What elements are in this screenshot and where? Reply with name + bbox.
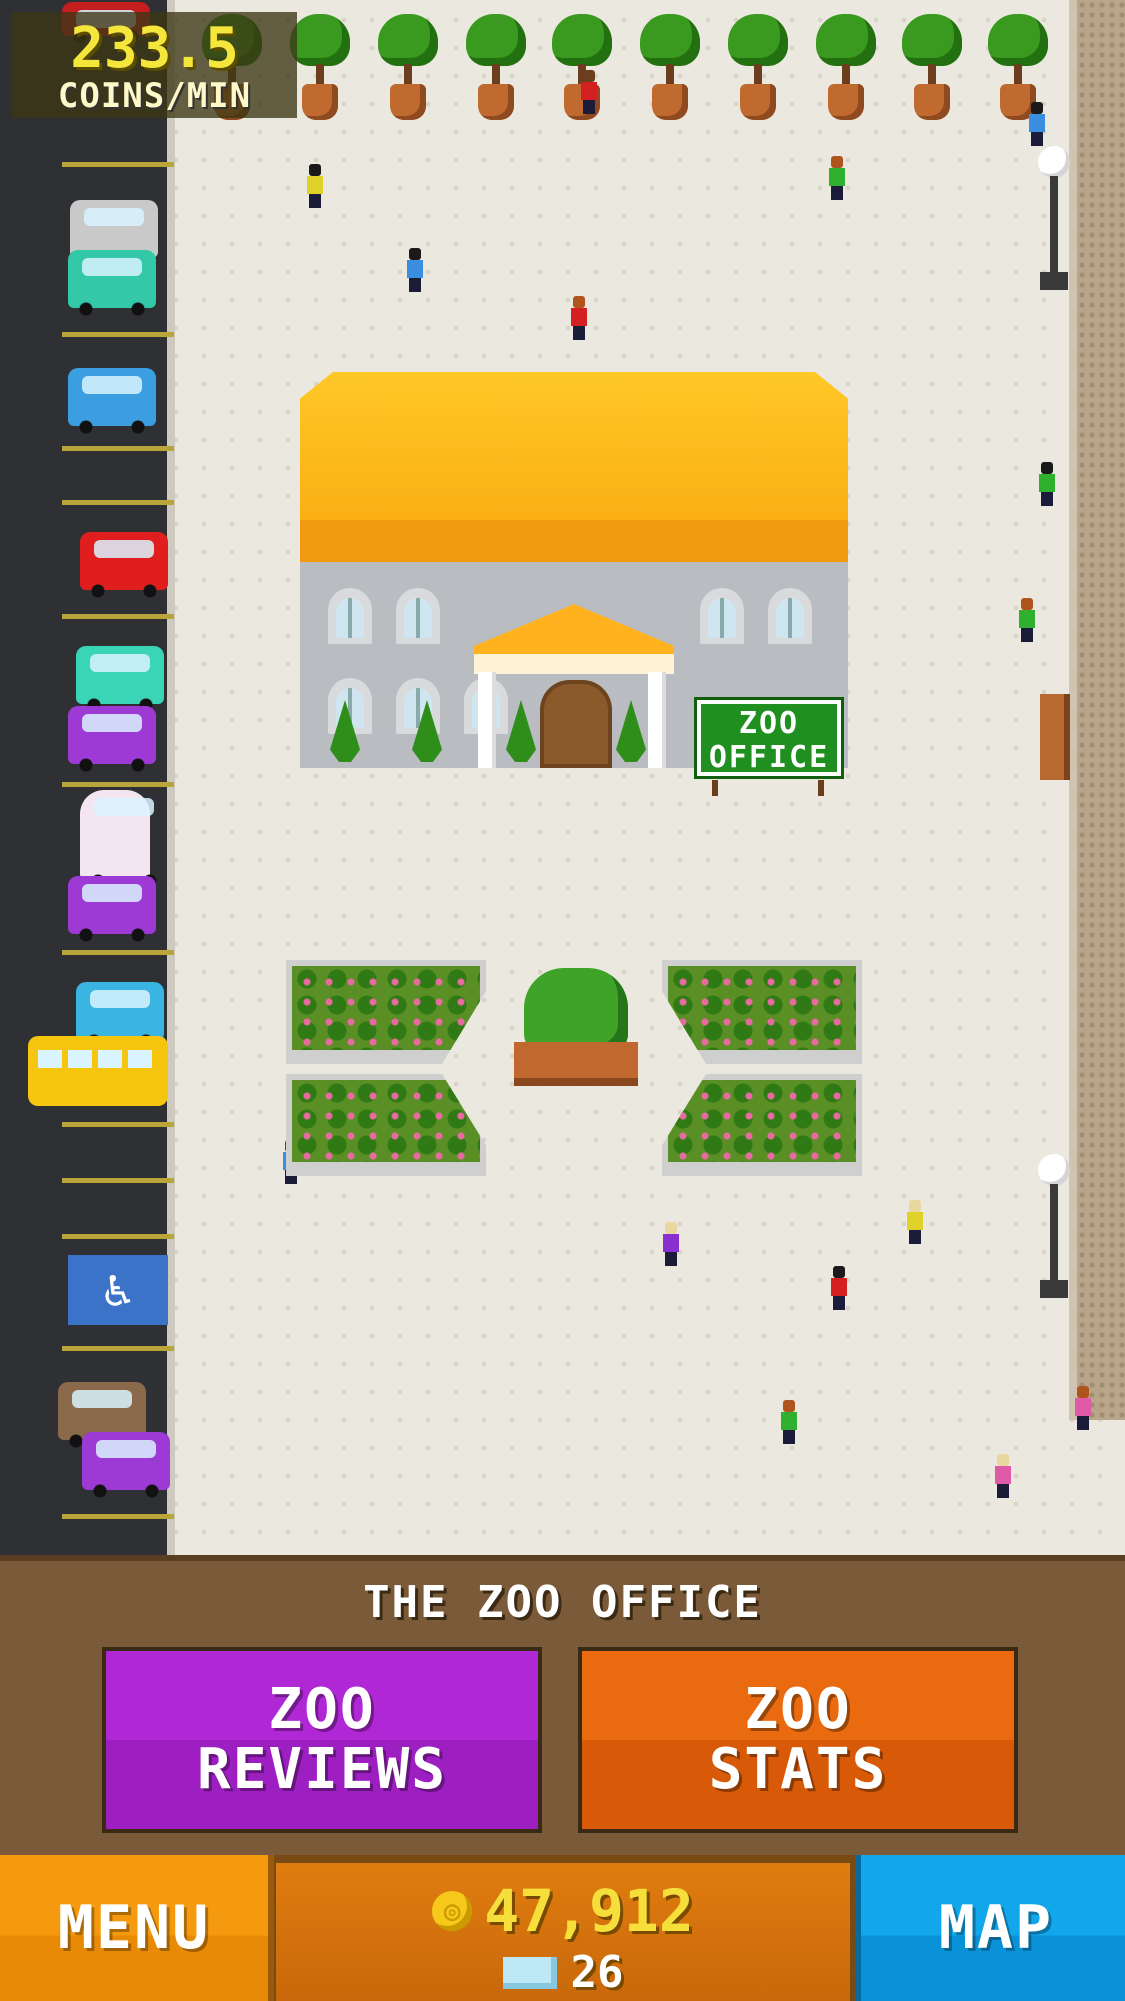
parking-line: [62, 332, 174, 337]
zoo-reviews-button[interactable]: ZOO REVIEWS: [102, 1647, 542, 1833]
currency-display: ◎ 47,912 26: [276, 1863, 850, 2001]
car: [82, 1432, 170, 1498]
potted-tree: [464, 14, 528, 124]
coins-row: ◎ 47,912: [276, 1877, 850, 1945]
game-world[interactable]: ♿ ZOO OFFICE 233.5 COINS/MIN: [0, 0, 1125, 1555]
parking-line: [62, 162, 174, 167]
parking-line: [62, 1234, 174, 1239]
building-panel: THE ZOO OFFICE ZOO REVIEWS ZOO STATS: [0, 1555, 1125, 1861]
potted-tree: [288, 14, 352, 124]
potted-tree: [376, 14, 440, 124]
visitor[interactable]: [904, 1200, 926, 1244]
central-planter: [514, 968, 638, 1088]
income-rate-unit: COINS/MIN: [57, 76, 252, 116]
income-rate-value: 233.5: [70, 16, 239, 81]
flower-bed: [662, 1074, 862, 1176]
sign-post: [818, 780, 824, 796]
visitor[interactable]: [1026, 102, 1048, 146]
gem-icon: [502, 1956, 557, 1989]
window: [700, 588, 744, 644]
sign-line-1: ZOO: [738, 706, 800, 741]
road-curb: [167, 0, 175, 1555]
parking-line: [62, 782, 174, 787]
parking-line: [62, 1346, 174, 1351]
parking-icon: ♿: [68, 1255, 168, 1325]
car: [76, 982, 164, 1048]
parking-line: [62, 500, 174, 505]
visitor[interactable]: [660, 1222, 682, 1266]
boundary-wall: [1069, 0, 1125, 1420]
street-lamp: [1034, 146, 1074, 296]
flower-bed: [286, 960, 486, 1064]
building-door: [540, 680, 612, 768]
zoo-reviews-line-2: REVIEWS: [196, 1737, 447, 1802]
coins-value: 47,912: [484, 1877, 694, 1945]
visitor[interactable]: [778, 1400, 800, 1444]
flower-bed: [662, 960, 862, 1064]
car: [68, 368, 156, 434]
zoo-reviews-line-1: ZOO: [268, 1677, 376, 1742]
visitor[interactable]: [578, 70, 600, 114]
panel-title: THE ZOO OFFICE: [363, 1577, 762, 1628]
sign-post: [712, 780, 718, 796]
car: [76, 646, 164, 712]
car: [68, 876, 156, 942]
coin-icon: ◎: [432, 1891, 473, 1931]
parking-line: [62, 446, 174, 451]
parking-line: [62, 950, 174, 955]
potted-tree: [726, 14, 790, 124]
parking-line: [62, 1178, 174, 1183]
gems-value: 26: [570, 1947, 624, 1998]
car: [80, 532, 168, 598]
car: [68, 706, 156, 772]
zoo-office-sign: ZOO OFFICE: [697, 700, 841, 776]
visitor[interactable]: [404, 248, 426, 292]
parking-line: [62, 1514, 174, 1519]
flower-bed: [286, 1074, 486, 1176]
visitor[interactable]: [828, 1266, 850, 1310]
chicken-car: [80, 790, 160, 888]
parking-line: [62, 614, 174, 619]
menu-button[interactable]: MENU: [0, 1855, 274, 2001]
zoo-stats-button[interactable]: ZOO STATS: [578, 1647, 1018, 1833]
visitor[interactable]: [1072, 1386, 1094, 1430]
window: [768, 588, 812, 644]
income-rate-display: 233.5 COINS/MIN: [12, 12, 297, 118]
potted-tree: [900, 14, 964, 124]
window: [328, 588, 372, 644]
visitor[interactable]: [304, 164, 326, 208]
bench: [1040, 694, 1070, 780]
parking-line: [62, 1122, 174, 1127]
building-roof: [300, 372, 848, 562]
street-lamp: [1034, 1154, 1074, 1304]
visitor[interactable]: [1016, 598, 1038, 642]
visitor[interactable]: [568, 296, 590, 340]
bottom-bar: MENU ◎ 47,912 26 MAP: [0, 1855, 1125, 2001]
column: [478, 672, 496, 768]
zoo-stats-line-2: STATS: [708, 1737, 888, 1802]
school-bus: [28, 1036, 168, 1106]
map-button[interactable]: MAP: [855, 1855, 1125, 2001]
visitor[interactable]: [1036, 462, 1058, 506]
potted-tree: [814, 14, 878, 124]
gems-row: 26: [276, 1947, 850, 1998]
column: [648, 672, 666, 768]
zoo-stats-line-1: ZOO: [744, 1677, 852, 1742]
visitor[interactable]: [992, 1454, 1014, 1498]
window: [396, 588, 440, 644]
potted-tree: [638, 14, 702, 124]
car: [68, 250, 156, 316]
visitor[interactable]: [826, 156, 848, 200]
sign-line-2: OFFICE: [708, 740, 830, 775]
